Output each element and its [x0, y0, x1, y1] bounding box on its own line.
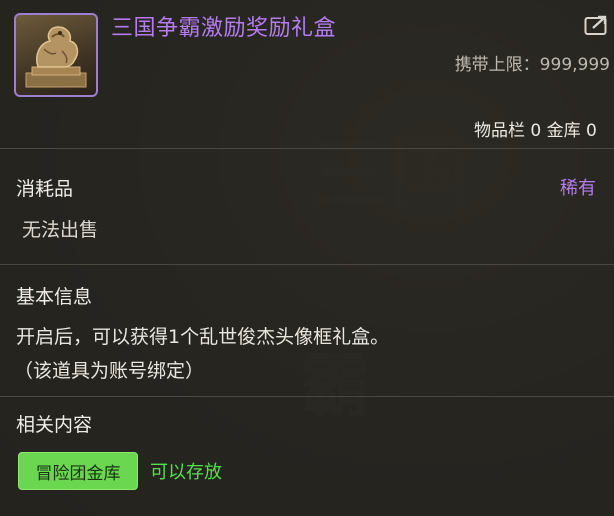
divider	[0, 264, 614, 265]
item-icon	[14, 13, 98, 97]
dragon-statue-icon	[25, 26, 87, 88]
storable-status: 可以存放	[150, 462, 222, 483]
item-tooltip: 三国争霸激励奖励礼盒 携带上限：999,999 物品栏 0 金库 0 消耗品 稀…	[0, 0, 614, 516]
carry-limit: 携带上限：999,999	[454, 55, 610, 75]
basic-info-line2: （该道具为账号绑定）	[14, 360, 205, 382]
rarity-label: 稀有	[560, 178, 596, 199]
share-icon[interactable]	[584, 14, 610, 36]
divider	[0, 396, 614, 397]
adventure-vault-button[interactable]: 冒险团金库	[18, 452, 138, 490]
sell-status: 无法出售	[22, 219, 99, 241]
related-title: 相关内容	[16, 414, 93, 436]
basic-info-line1: 开启后，可以获得1个乱世俊杰头像框礼盒。	[16, 326, 390, 348]
divider	[0, 148, 614, 149]
inventory-count: 物品栏 0 金库 0	[474, 121, 597, 141]
item-name: 三国争霸激励奖励礼盒	[111, 16, 337, 41]
basic-info-title: 基本信息	[16, 286, 93, 308]
consumable-title: 消耗品	[16, 178, 74, 200]
